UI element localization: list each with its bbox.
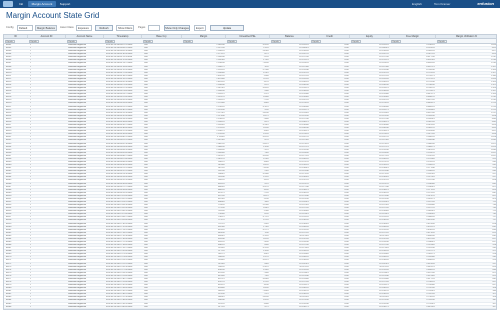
exposure-select[interactable]: Exposure	[76, 25, 92, 31]
column-filter-select[interactable]: Equals	[437, 39, 447, 44]
asset-class-label: Asset Class	[60, 26, 74, 29]
page-title: Margin Account State Grid	[6, 11, 100, 20]
column-filter-balance: Equals	[270, 39, 310, 44]
cell-id: 10087	[5, 308, 12, 310]
column-filter-select[interactable]: Equals	[227, 39, 237, 44]
nav-tab-support[interactable]: Support	[58, 1, 72, 7]
brand-logo: enfusion	[477, 1, 494, 6]
column-filter-equity: Equals	[350, 39, 390, 44]
cell-timestamp: 2023-05-10 00:07:41.723456	[105, 308, 133, 310]
margin-balance-select[interactable]: Margin Balance	[35, 25, 57, 31]
language-menu[interactable]: English	[412, 0, 422, 8]
grid-body: 10001 1 Tradinator Algorithm 2023-05-10 00:…	[4, 44, 497, 310]
column-filter-select[interactable]: Equals	[351, 39, 361, 44]
config-label: Config	[6, 26, 14, 29]
column-filter-credit: Equals	[310, 39, 350, 44]
column-filter-free-margin: Equals	[390, 39, 436, 44]
column-filter-select[interactable]: Equals	[271, 39, 281, 44]
update-button[interactable]: Update	[210, 25, 244, 31]
column-filter-select[interactable]: Equals	[143, 39, 153, 44]
cell-margin: 302.65	[218, 308, 225, 310]
nav-tab-margin-account-portal[interactable]: Margin Account Portal	[28, 1, 56, 12]
show-only-changes-button[interactable]: Show Only Changes	[164, 25, 190, 31]
config-select[interactable]: Default	[17, 25, 33, 31]
column-filter-unrealized-p-l: Equals	[226, 39, 270, 44]
app-logo[interactable]	[3, 1, 13, 7]
column-filter-account-name: Equals	[66, 39, 104, 44]
cell-balance: 10 123.53	[299, 308, 309, 310]
column-filter-select[interactable]: Equals	[183, 39, 193, 44]
column-filter-select[interactable]: Equals	[105, 39, 115, 44]
export-select[interactable]: Export	[194, 25, 206, 31]
margin-account-grid: ID Account ID Account Name Timestamp Base Cc…	[3, 34, 497, 310]
filter-bar: Config Default Margin Balance Asset Clas…	[4, 25, 496, 32]
cell-account-id: 1	[29, 308, 31, 310]
column-filter-id: Equals	[4, 39, 28, 44]
column-filter-timestamp: Equals	[104, 39, 142, 44]
column-filter-select[interactable]: Equals	[29, 39, 39, 44]
table-row[interactable]: 10087 1 Tradinator Algorithm 2023-05-10 00:…	[4, 309, 497, 310]
nav-tab-init[interactable]: Init	[16, 1, 26, 7]
cell-account-name: Tradinator Algorithm	[67, 308, 87, 310]
column-filter-select[interactable]: Equals	[67, 39, 77, 44]
show-filters-toggle[interactable]: Show Filters	[116, 25, 134, 31]
column-filter-select[interactable]: Equals	[5, 39, 15, 44]
cell-base-ccy: USD	[143, 308, 148, 310]
pages-label: Pages	[138, 26, 146, 29]
cell-unrealized-p-l: -13.20	[262, 308, 269, 310]
column-filter-select[interactable]: Equals	[311, 39, 321, 44]
column-filter-select[interactable]: Equals	[391, 39, 401, 44]
refresh-button[interactable]: Refresh	[95, 25, 113, 31]
cell-credit: 0.00	[344, 308, 349, 310]
column-filter-margin: Equals	[182, 39, 226, 44]
cell-margin-utilization: 2.99	[492, 308, 497, 310]
pages-input[interactable]	[148, 25, 160, 31]
top-nav-bar: Init Margin Account Portal Support Engli…	[0, 0, 500, 12]
cell-free-margin: 9 820.88	[426, 308, 435, 310]
cell-equity: 10 123.53	[379, 308, 389, 310]
column-filter-margin-utilization: Equals	[436, 39, 496, 44]
column-filter-base-ccy: Equals	[142, 39, 182, 44]
user-menu[interactable]: Tom Kramer	[434, 0, 450, 8]
column-filter-account-id: Equals	[28, 39, 66, 44]
